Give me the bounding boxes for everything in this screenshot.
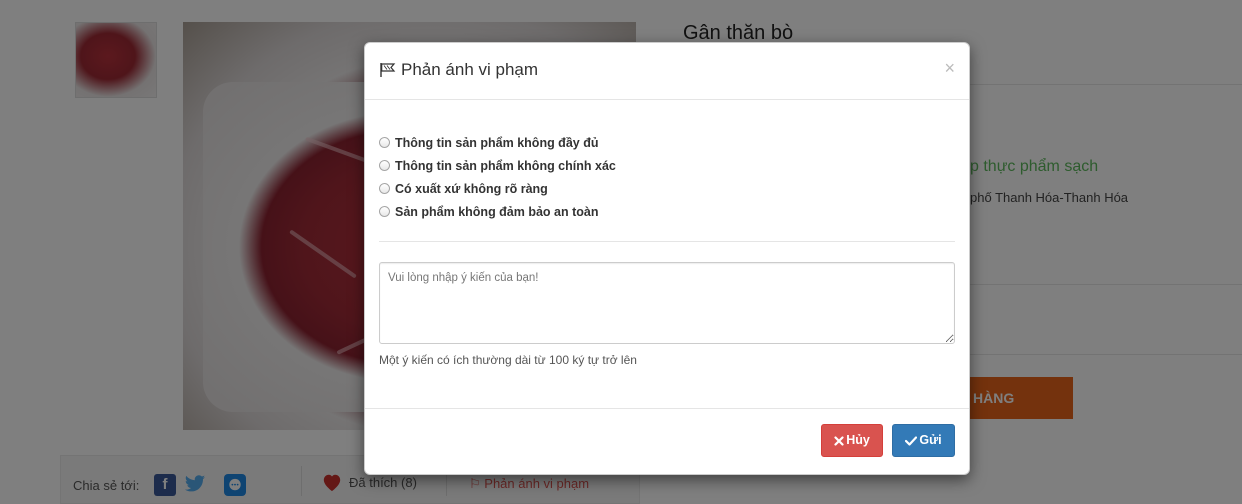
divider	[379, 241, 955, 242]
comment-hint: Một ý kiến có ích thường dài từ 100 ký t…	[379, 353, 637, 367]
option-label: Có xuất xứ không rõ ràng	[395, 181, 548, 196]
modal-header: Phản ánh vi phạm ×	[365, 43, 969, 100]
option-unsafe-product[interactable]: Sản phẩm không đảm bảo an toàn	[379, 202, 955, 221]
option-inaccurate-info[interactable]: Thông tin sản phẩm không chính xác	[379, 156, 955, 175]
modal-title-text: Phản ánh vi phạm	[401, 60, 539, 79]
radio-button[interactable]	[379, 137, 390, 148]
modal-body: Thông tin sản phẩm không đầy đủ Thông ti…	[365, 100, 969, 367]
cancel-button[interactable]: Hủy	[821, 424, 883, 457]
modal-footer: Hủy Gửi	[365, 408, 969, 474]
option-unclear-origin[interactable]: Có xuất xứ không rõ ràng	[379, 179, 955, 198]
report-violation-modal: Phản ánh vi phạm × Thông tin sản phẩm kh…	[364, 42, 970, 475]
send-label: Gửi	[919, 433, 942, 447]
times-icon	[834, 435, 844, 446]
radio-button[interactable]	[379, 206, 390, 217]
close-icon[interactable]: ×	[944, 58, 955, 79]
option-incomplete-info[interactable]: Thông tin sản phẩm không đầy đủ	[379, 133, 955, 152]
radio-button[interactable]	[379, 183, 390, 194]
cancel-label: Hủy	[846, 433, 870, 447]
option-label: Sản phẩm không đảm bảo an toàn	[395, 204, 599, 219]
comment-textarea[interactable]	[379, 262, 955, 344]
modal-title: Phản ánh vi phạm	[379, 60, 538, 80]
option-label: Thông tin sản phẩm không chính xác	[395, 158, 616, 173]
check-icon	[905, 435, 918, 446]
radio-button[interactable]	[379, 160, 390, 171]
violation-options: Thông tin sản phẩm không đầy đủ Thông ti…	[379, 100, 955, 221]
send-button[interactable]: Gửi	[892, 424, 955, 457]
flag-icon	[380, 63, 396, 77]
option-label: Thông tin sản phẩm không đầy đủ	[395, 135, 599, 150]
